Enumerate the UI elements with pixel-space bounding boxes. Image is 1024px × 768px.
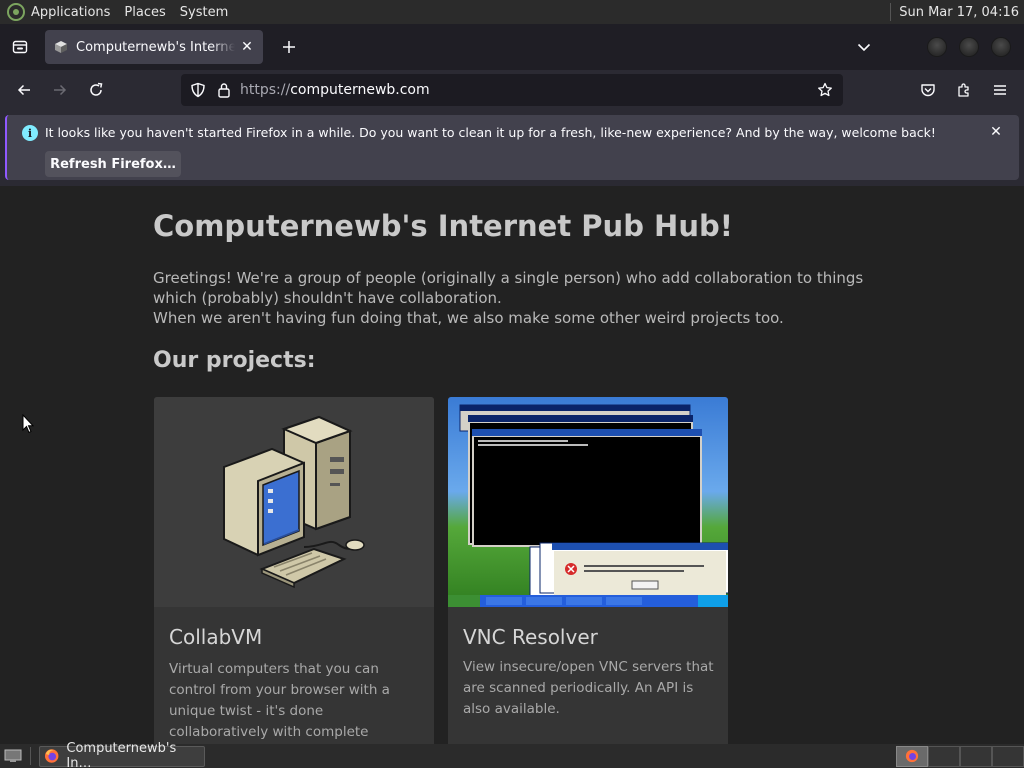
minimize-window-button[interactable] xyxy=(928,38,946,56)
project-description: Virtual computers that you can control f… xyxy=(169,661,390,740)
project-card-collabvm[interactable]: CollabVM Virtual computers that you can … xyxy=(154,397,434,744)
panel-separator xyxy=(890,3,892,21)
url-bar[interactable]: https://computernewb.com xyxy=(181,74,843,106)
workspace-3[interactable] xyxy=(960,745,992,767)
star-icon xyxy=(818,82,832,97)
intro-line-1: Greetings! We're a group of people (orig… xyxy=(153,269,864,307)
site-security-button[interactable] xyxy=(216,81,232,99)
forward-button[interactable] xyxy=(44,74,76,106)
app-menu-button[interactable] xyxy=(984,74,1016,106)
collabvm-thumbnail xyxy=(154,397,434,607)
show-desktop-button[interactable] xyxy=(2,747,24,765)
project-description: View insecure/open VNC servers that are … xyxy=(463,659,714,717)
shield-icon xyxy=(191,82,205,98)
notification-area: i It looks like you haven't started Fire… xyxy=(0,110,1024,186)
lock-icon xyxy=(218,83,230,98)
url-host: computernewb.com xyxy=(290,82,430,98)
desktop-icon xyxy=(4,749,22,762)
taskbar-window-firefox[interactable]: Computernewb's In… xyxy=(39,741,205,768)
mouse-pointer-icon xyxy=(22,414,34,434)
top-panel: Applications Places System Sun Mar 17, 0… xyxy=(0,0,1024,24)
projects-heading: Our projects: xyxy=(153,348,316,373)
firefox-icon xyxy=(44,749,59,763)
taskbar-window-title: Computernewb's In… xyxy=(66,741,177,768)
list-all-tabs-button[interactable] xyxy=(848,31,880,63)
refresh-firefox-notification: i It looks like you haven't started Fire… xyxy=(5,115,1019,180)
notification-message: It looks like you haven't started Firefo… xyxy=(45,125,936,140)
workspace-2[interactable] xyxy=(928,745,960,767)
back-arrow-icon xyxy=(17,84,30,96)
close-window-button[interactable] xyxy=(992,38,1010,56)
pocket-button[interactable] xyxy=(912,74,944,106)
url-text[interactable]: https://computernewb.com xyxy=(240,82,811,98)
tracking-protection-icon[interactable] xyxy=(189,81,207,99)
forward-arrow-icon xyxy=(54,84,67,96)
close-tab-icon[interactable]: ✕ xyxy=(239,39,255,55)
tab-title: Computernewb's Internet Pub Hub! xyxy=(76,39,235,55)
maximize-window-button[interactable] xyxy=(960,38,978,56)
puzzle-piece-icon xyxy=(958,83,969,97)
plus-icon xyxy=(283,41,295,53)
menu-places[interactable]: Places xyxy=(124,5,165,20)
hamburger-menu-icon xyxy=(994,85,1006,95)
workspace-4[interactable] xyxy=(992,745,1024,767)
menu-applications[interactable]: Applications xyxy=(31,5,110,20)
back-button[interactable] xyxy=(8,74,40,106)
bookmark-button[interactable] xyxy=(811,76,839,104)
refresh-firefox-button[interactable]: Refresh Firefox… xyxy=(45,151,181,177)
workspace-1[interactable] xyxy=(896,745,928,767)
clock[interactable]: Sun Mar 17, 04:16 xyxy=(899,5,1019,20)
taskbar-separator xyxy=(30,747,31,765)
firefox-icon xyxy=(905,749,919,763)
distro-logo-icon[interactable] xyxy=(7,3,25,21)
site-favicon-icon xyxy=(55,41,67,53)
menu-system[interactable]: System xyxy=(180,5,228,20)
project-title[interactable]: CollabVM xyxy=(169,625,262,649)
chevron-down-icon xyxy=(857,43,871,52)
url-protocol: https:// xyxy=(240,82,291,98)
nav-bar: https://computernewb.com xyxy=(0,70,1024,110)
reload-icon xyxy=(90,82,103,96)
extensions-button[interactable] xyxy=(948,74,980,106)
firefox-view-icon xyxy=(12,40,28,54)
project-card-vnc-resolver[interactable]: VNC Resolver View insecure/open VNC serv… xyxy=(448,397,728,744)
intro-text: Greetings! We're a group of people (orig… xyxy=(153,268,883,328)
web-page: Computernewb's Internet Pub Hub! Greetin… xyxy=(0,186,1024,744)
pocket-icon xyxy=(921,84,935,97)
firefox-view-button[interactable] xyxy=(0,24,40,70)
project-title[interactable]: VNC Resolver xyxy=(463,625,598,649)
tab-strip: Computernewb's Internet Pub Hub! ✕ xyxy=(0,24,1024,70)
intro-line-2: When we aren't having fun doing that, we… xyxy=(153,309,784,327)
screenshot-collage-image xyxy=(448,404,728,607)
close-notification-icon[interactable]: ✕ xyxy=(987,123,1005,141)
info-icon: i xyxy=(22,125,38,141)
vnc-resolver-thumbnail xyxy=(448,397,728,607)
bottom-taskbar: Computernewb's In… xyxy=(0,741,1024,768)
page-title: Computernewb's Internet Pub Hub! xyxy=(153,209,733,243)
browser-tab[interactable]: Computernewb's Internet Pub Hub! ✕ xyxy=(45,30,263,64)
new-tab-button[interactable] xyxy=(273,31,305,63)
reload-button[interactable] xyxy=(80,74,112,106)
retro-computer-icon xyxy=(223,415,365,589)
